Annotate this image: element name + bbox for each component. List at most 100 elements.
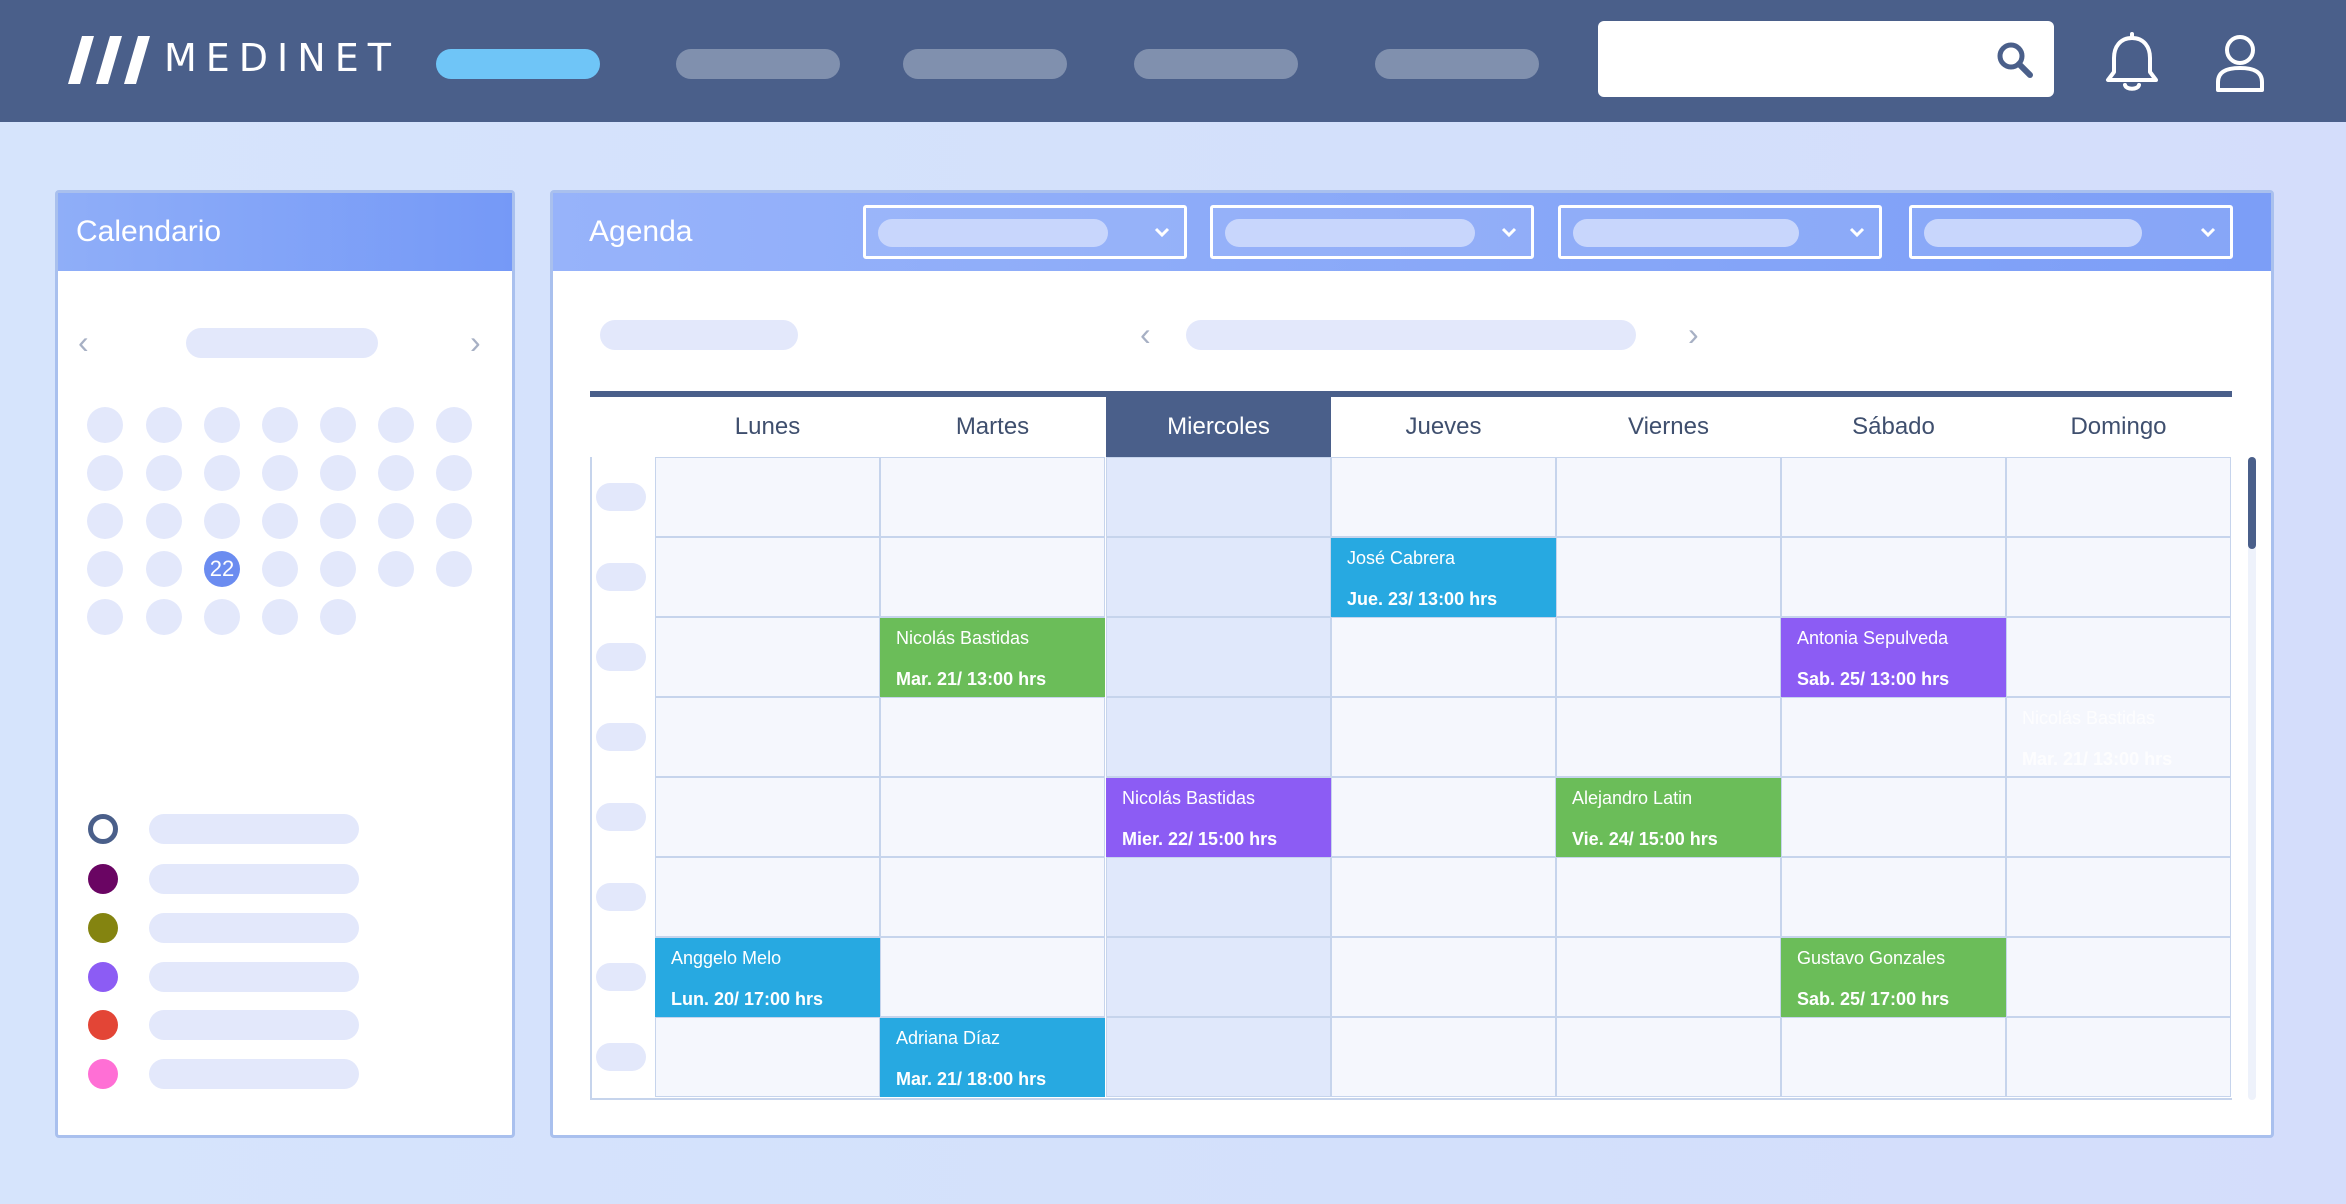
agenda-cell[interactable] — [1781, 857, 2006, 937]
agenda-cell[interactable] — [1781, 1017, 2006, 1097]
agenda-cell[interactable] — [1106, 537, 1331, 617]
scrollbar-track[interactable] — [2248, 457, 2256, 1100]
calendar-day[interactable] — [262, 455, 298, 491]
chevron-right-icon[interactable]: › — [470, 326, 481, 358]
calendar-day[interactable] — [320, 599, 356, 635]
filter-dropdown-1[interactable] — [863, 205, 1187, 259]
calendar-day[interactable] — [146, 503, 182, 539]
calendar-day[interactable] — [87, 503, 123, 539]
calendar-day[interactable] — [436, 455, 472, 491]
appointment-card[interactable]: Nicolás Bastidas Mar. 21/ 13:00 hrs — [2006, 698, 2231, 777]
calendar-day[interactable] — [204, 503, 240, 539]
agenda-cell[interactable] — [2006, 937, 2231, 1017]
agenda-cell[interactable] — [1556, 457, 1781, 537]
appointment-card[interactable]: Nicolás Bastidas Mier. 22/ 15:00 hrs — [1106, 778, 1331, 857]
agenda-cell[interactable] — [1106, 857, 1331, 937]
calendar-day-selected[interactable]: 22 — [204, 551, 240, 587]
agenda-cell[interactable] — [655, 1017, 880, 1097]
appointment-card[interactable]: Gustavo Gonzales Sab. 25/ 17:00 hrs — [1781, 938, 2006, 1017]
agenda-cell[interactable] — [880, 777, 1105, 857]
appointment-card[interactable]: Alejandro Latin Vie. 24/ 15:00 hrs — [1556, 778, 1781, 857]
agenda-cell[interactable] — [1556, 1017, 1781, 1097]
brand-logo[interactable]: MEDINET — [66, 28, 400, 88]
agenda-cell[interactable] — [655, 857, 880, 937]
search-input[interactable] — [1616, 35, 1986, 83]
agenda-cell[interactable] — [1331, 697, 1556, 777]
agenda-cell[interactable] — [1556, 937, 1781, 1017]
agenda-cell[interactable] — [880, 457, 1105, 537]
calendar-day[interactable] — [87, 551, 123, 587]
day-header-2[interactable]: Miercoles — [1106, 397, 1331, 457]
calendar-day[interactable] — [320, 551, 356, 587]
filter-dropdown-2[interactable] — [1210, 205, 1534, 259]
day-header-6[interactable]: Domingo — [2006, 397, 2231, 457]
nav-item-2[interactable] — [676, 49, 840, 79]
calendar-day[interactable] — [146, 551, 182, 587]
agenda-cell[interactable] — [1331, 937, 1556, 1017]
agenda-cell[interactable] — [1331, 777, 1556, 857]
appointment-card[interactable]: Anggelo Melo Lun. 20/ 17:00 hrs — [655, 938, 880, 1017]
agenda-cell[interactable] — [655, 697, 880, 777]
day-header-4[interactable]: Viernes — [1556, 397, 1781, 457]
filter-dropdown-4[interactable] — [1909, 205, 2233, 259]
appointment-card[interactable]: Adriana Díaz Mar. 21/ 18:00 hrs — [880, 1018, 1105, 1097]
day-header-3[interactable]: Jueves — [1331, 397, 1556, 457]
agenda-cell[interactable] — [655, 537, 880, 617]
calendar-day[interactable] — [320, 455, 356, 491]
appointment-card[interactable]: José Cabrera Jue. 23/ 13:00 hrs — [1331, 538, 1556, 617]
agenda-cell[interactable] — [655, 457, 880, 537]
filter-dropdown-3[interactable] — [1558, 205, 1882, 259]
agenda-cell[interactable] — [1106, 617, 1331, 697]
agenda-cell[interactable] — [1331, 1017, 1556, 1097]
agenda-cell[interactable] — [880, 937, 1105, 1017]
agenda-cell[interactable] — [2006, 617, 2231, 697]
calendar-day[interactable] — [378, 455, 414, 491]
scrollbar-thumb[interactable] — [2248, 457, 2256, 549]
appointment-card[interactable]: Antonia Sepulveda Sab. 25/ 13:00 hrs — [1781, 618, 2006, 697]
appointment-card[interactable]: Nicolás Bastidas Mar. 21/ 13:00 hrs — [880, 618, 1105, 697]
agenda-cell[interactable] — [880, 857, 1105, 937]
bell-icon[interactable] — [2104, 32, 2160, 94]
agenda-cell[interactable] — [1556, 697, 1781, 777]
calendar-day[interactable] — [146, 455, 182, 491]
nav-item-4[interactable] — [1134, 49, 1298, 79]
chevron-left-icon[interactable]: ‹ — [78, 326, 89, 358]
calendar-day[interactable] — [262, 407, 298, 443]
day-header-5[interactable]: Sábado — [1781, 397, 2006, 457]
calendar-day[interactable] — [320, 503, 356, 539]
agenda-cell[interactable] — [1556, 857, 1781, 937]
nav-item-5[interactable] — [1375, 49, 1539, 79]
day-header-0[interactable]: Lunes — [655, 397, 880, 457]
agenda-cell[interactable] — [655, 777, 880, 857]
agenda-cell[interactable] — [1781, 777, 2006, 857]
chevron-right-icon[interactable]: › — [1688, 318, 1699, 350]
agenda-cell[interactable] — [1106, 1017, 1331, 1097]
nav-item-1[interactable] — [436, 49, 600, 79]
agenda-cell[interactable] — [1331, 457, 1556, 537]
user-icon[interactable] — [2212, 32, 2268, 94]
calendar-day[interactable] — [436, 503, 472, 539]
search-icon[interactable] — [1996, 41, 2034, 79]
calendar-day[interactable] — [262, 503, 298, 539]
agenda-cell[interactable] — [2006, 857, 2231, 937]
agenda-cell[interactable] — [1106, 457, 1331, 537]
agenda-cell[interactable] — [1106, 937, 1331, 1017]
agenda-cell[interactable] — [2006, 537, 2231, 617]
chevron-left-icon[interactable]: ‹ — [1140, 318, 1151, 350]
calendar-day[interactable] — [87, 407, 123, 443]
calendar-day[interactable] — [436, 407, 472, 443]
calendar-day[interactable] — [204, 455, 240, 491]
calendar-day[interactable] — [262, 599, 298, 635]
agenda-cell[interactable] — [1331, 857, 1556, 937]
calendar-day[interactable] — [146, 407, 182, 443]
calendar-day[interactable] — [87, 455, 123, 491]
agenda-cell[interactable] — [1331, 617, 1556, 697]
agenda-cell[interactable] — [1556, 537, 1781, 617]
agenda-cell[interactable] — [2006, 1017, 2231, 1097]
calendar-day[interactable] — [204, 599, 240, 635]
agenda-cell[interactable] — [1106, 697, 1331, 777]
calendar-day[interactable] — [262, 551, 298, 587]
agenda-cell[interactable] — [2006, 777, 2231, 857]
agenda-cell[interactable] — [655, 617, 880, 697]
calendar-day[interactable] — [320, 407, 356, 443]
